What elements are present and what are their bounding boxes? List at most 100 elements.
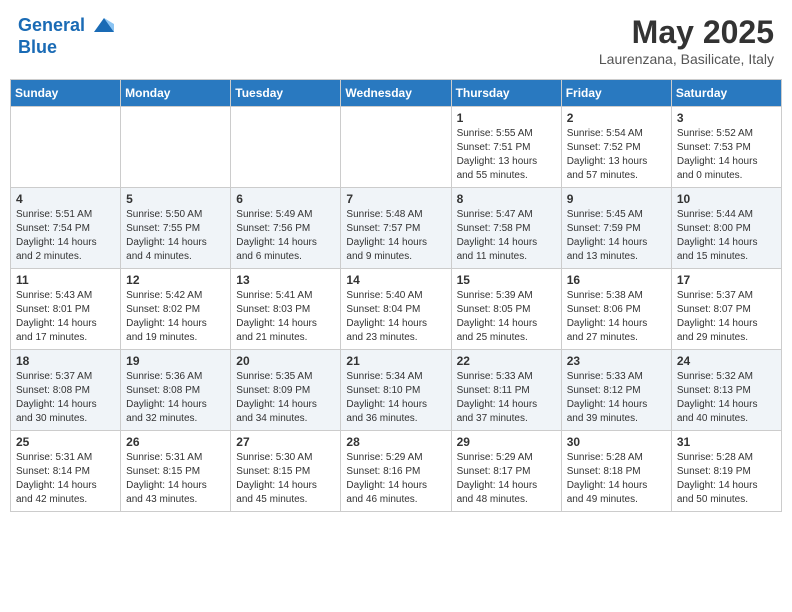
day-info: Sunrise: 5:41 AMSunset: 8:03 PMDaylight:… <box>236 289 335 345</box>
calendar-cell: 19Sunrise: 5:36 AMSunset: 8:08 PMDayligh… <box>121 350 231 431</box>
calendar-cell: 1 Sunrise: 5:55 AMSunset: 7:51 PMDaylight… <box>451 107 561 188</box>
calendar-cell: 23 Sunrise: 5:33 AMSunset: 8:12 PMDayligh… <box>561 350 671 431</box>
day-info: Sunrise: 5:40 AMSunset: 8:04 PMDaylight:… <box>346 289 445 345</box>
calendar-cell: 18 Sunrise: 5:37 AMSunset: 8:08 PMDayligh… <box>11 350 121 431</box>
day-number: 9 <box>567 192 666 206</box>
day-number: 15 <box>457 273 556 287</box>
calendar-cell <box>341 107 451 188</box>
day-info: Sunrise: 5:37 AMSunset: 8:08 PMDaylight:… <box>16 370 115 426</box>
calendar-week-1: 1 Sunrise: 5:55 AMSunset: 7:51 PMDaylight… <box>11 107 782 188</box>
location-title: Laurenzana, Basilicate, Italy <box>599 51 774 67</box>
logo-text: General <box>18 14 116 38</box>
calendar-cell: 10 Sunrise: 5:44 AMSunset: 8:00 PMDayligh… <box>671 188 781 269</box>
day-number: 17 <box>677 273 776 287</box>
weekday-header-sunday: Sunday <box>11 80 121 107</box>
weekday-header-saturday: Saturday <box>671 80 781 107</box>
calendar-cell: 22Sunrise: 5:33 AMSunset: 8:11 PMDayligh… <box>451 350 561 431</box>
weekday-header-thursday: Thursday <box>451 80 561 107</box>
day-info: Sunrise: 5:33 AMSunset: 8:12 PMDaylight:… <box>567 370 666 426</box>
calendar-cell: 17 Sunrise: 5:37 AMSunset: 8:07 PMDayligh… <box>671 269 781 350</box>
weekday-header-tuesday: Tuesday <box>231 80 341 107</box>
day-number: 30 <box>567 435 666 449</box>
day-number: 14 <box>346 273 445 287</box>
calendar-cell: 11Sunrise: 5:43 AMSunset: 8:01 PMDayligh… <box>11 269 121 350</box>
day-number: 16 <box>567 273 666 287</box>
calendar-week-5: 25 Sunrise: 5:31 AMSunset: 8:14 PMDayligh… <box>11 431 782 512</box>
day-number: 13 <box>236 273 335 287</box>
day-number: 29 <box>457 435 556 449</box>
calendar-cell: 24Sunrise: 5:32 AMSunset: 8:13 PMDayligh… <box>671 350 781 431</box>
day-info: Sunrise: 5:54 AMSunset: 7:52 PMDaylight:… <box>567 127 666 183</box>
calendar-cell: 8Sunrise: 5:47 AMSunset: 7:58 PMDaylight… <box>451 188 561 269</box>
day-info: Sunrise: 5:34 AMSunset: 8:10 PMDaylight:… <box>346 370 445 426</box>
calendar-table: SundayMondayTuesdayWednesdayThursdayFrid… <box>10 79 782 512</box>
day-number: 23 <box>567 354 666 368</box>
day-info: Sunrise: 5:29 AMSunset: 8:16 PMDaylight:… <box>346 451 445 507</box>
calendar-cell: 4Sunrise: 5:51 AMSunset: 7:54 PMDaylight… <box>11 188 121 269</box>
day-number: 7 <box>346 192 445 206</box>
day-info: Sunrise: 5:42 AMSunset: 8:02 PMDaylight:… <box>126 289 225 345</box>
calendar-cell: 7Sunrise: 5:48 AMSunset: 7:57 PMDaylight… <box>341 188 451 269</box>
calendar-cell: 2 Sunrise: 5:54 AMSunset: 7:52 PMDaylight… <box>561 107 671 188</box>
day-info: Sunrise: 5:32 AMSunset: 8:13 PMDaylight:… <box>677 370 776 426</box>
day-number: 12 <box>126 273 225 287</box>
weekday-header-monday: Monday <box>121 80 231 107</box>
day-info: Sunrise: 5:55 AMSunset: 7:51 PMDaylight:… <box>457 127 556 183</box>
day-info: Sunrise: 5:38 AMSunset: 8:06 PMDaylight:… <box>567 289 666 345</box>
calendar-cell: 9 Sunrise: 5:45 AMSunset: 7:59 PMDaylight… <box>561 188 671 269</box>
calendar-cell: 16 Sunrise: 5:38 AMSunset: 8:06 PMDayligh… <box>561 269 671 350</box>
weekday-header-wednesday: Wednesday <box>341 80 451 107</box>
day-info: Sunrise: 5:44 AMSunset: 8:00 PMDaylight:… <box>677 208 776 264</box>
day-info: Sunrise: 5:35 AMSunset: 8:09 PMDaylight:… <box>236 370 335 426</box>
title-block: May 2025 Laurenzana, Basilicate, Italy <box>599 14 774 67</box>
calendar-cell <box>11 107 121 188</box>
calendar-week-2: 4Sunrise: 5:51 AMSunset: 7:54 PMDaylight… <box>11 188 782 269</box>
calendar-cell: 20 Sunrise: 5:35 AMSunset: 8:09 PMDayligh… <box>231 350 341 431</box>
day-number: 2 <box>567 111 666 125</box>
month-title: May 2025 <box>599 14 774 51</box>
logo-blue: Blue <box>18 38 116 58</box>
calendar-cell: 31 Sunrise: 5:28 AMSunset: 8:19 PMDayligh… <box>671 431 781 512</box>
day-info: Sunrise: 5:39 AMSunset: 8:05 PMDaylight:… <box>457 289 556 345</box>
page-header: General Blue May 2025 Laurenzana, Basili… <box>10 10 782 71</box>
weekday-header-friday: Friday <box>561 80 671 107</box>
calendar-cell <box>121 107 231 188</box>
calendar-week-3: 11Sunrise: 5:43 AMSunset: 8:01 PMDayligh… <box>11 269 782 350</box>
day-number: 5 <box>126 192 225 206</box>
day-number: 8 <box>457 192 556 206</box>
day-info: Sunrise: 5:31 AMSunset: 8:15 PMDaylight:… <box>126 451 225 507</box>
day-info: Sunrise: 5:28 AMSunset: 8:18 PMDaylight:… <box>567 451 666 507</box>
day-number: 4 <box>16 192 115 206</box>
day-info: Sunrise: 5:50 AMSunset: 7:55 PMDaylight:… <box>126 208 225 264</box>
calendar-cell: 21Sunrise: 5:34 AMSunset: 8:10 PMDayligh… <box>341 350 451 431</box>
day-info: Sunrise: 5:31 AMSunset: 8:14 PMDaylight:… <box>16 451 115 507</box>
calendar-cell <box>231 107 341 188</box>
calendar-cell: 3Sunrise: 5:52 AMSunset: 7:53 PMDaylight… <box>671 107 781 188</box>
calendar-cell: 30 Sunrise: 5:28 AMSunset: 8:18 PMDayligh… <box>561 431 671 512</box>
calendar-cell: 25 Sunrise: 5:31 AMSunset: 8:14 PMDayligh… <box>11 431 121 512</box>
day-number: 20 <box>236 354 335 368</box>
calendar-cell: 5 Sunrise: 5:50 AMSunset: 7:55 PMDaylight… <box>121 188 231 269</box>
day-number: 25 <box>16 435 115 449</box>
day-info: Sunrise: 5:45 AMSunset: 7:59 PMDaylight:… <box>567 208 666 264</box>
day-number: 19 <box>126 354 225 368</box>
day-info: Sunrise: 5:29 AMSunset: 8:17 PMDaylight:… <box>457 451 556 507</box>
calendar-cell: 6Sunrise: 5:49 AMSunset: 7:56 PMDaylight… <box>231 188 341 269</box>
day-info: Sunrise: 5:52 AMSunset: 7:53 PMDaylight:… <box>677 127 776 183</box>
day-number: 18 <box>16 354 115 368</box>
day-info: Sunrise: 5:33 AMSunset: 8:11 PMDaylight:… <box>457 370 556 426</box>
calendar-cell: 15 Sunrise: 5:39 AMSunset: 8:05 PMDayligh… <box>451 269 561 350</box>
calendar-cell: 14 Sunrise: 5:40 AMSunset: 8:04 PMDayligh… <box>341 269 451 350</box>
day-number: 6 <box>236 192 335 206</box>
logo: General Blue <box>18 14 116 58</box>
day-info: Sunrise: 5:43 AMSunset: 8:01 PMDaylight:… <box>16 289 115 345</box>
day-number: 28 <box>346 435 445 449</box>
day-info: Sunrise: 5:37 AMSunset: 8:07 PMDaylight:… <box>677 289 776 345</box>
day-number: 31 <box>677 435 776 449</box>
calendar-cell: 12 Sunrise: 5:42 AMSunset: 8:02 PMDayligh… <box>121 269 231 350</box>
day-info: Sunrise: 5:28 AMSunset: 8:19 PMDaylight:… <box>677 451 776 507</box>
day-number: 1 <box>457 111 556 125</box>
calendar-cell: 27Sunrise: 5:30 AMSunset: 8:15 PMDayligh… <box>231 431 341 512</box>
day-number: 26 <box>126 435 225 449</box>
day-number: 10 <box>677 192 776 206</box>
